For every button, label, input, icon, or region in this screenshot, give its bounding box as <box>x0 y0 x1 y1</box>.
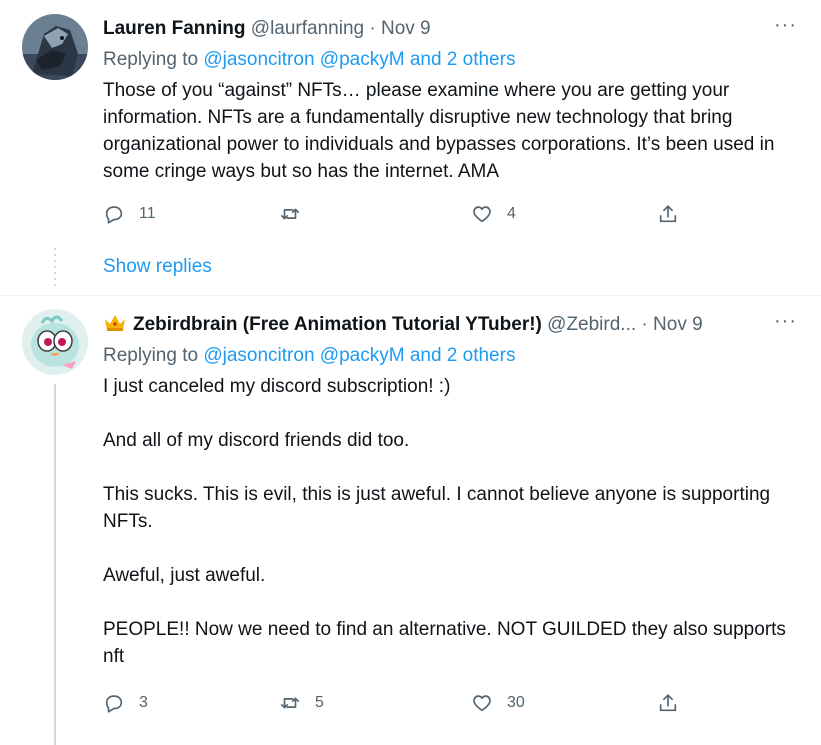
timestamp[interactable]: Nov 9 <box>381 18 431 39</box>
replying-to: Replying to @jasoncitron @packyM and 2 o… <box>103 344 515 368</box>
tweet-paragraph: Those of you “against” NFTs… please exam… <box>103 80 775 182</box>
heart-icon <box>473 206 491 223</box>
share-button[interactable] <box>657 202 679 226</box>
tweet-paragraph: And all of my discord friends did too. <box>103 430 410 451</box>
tweet-zebirdbrain[interactable]: Zebirdbrain (Free Animation Tutorial YTu… <box>0 296 821 745</box>
retweet-count: 5 <box>315 694 324 711</box>
retweet-button[interactable]: 5 <box>279 691 324 715</box>
retweet-icon <box>280 208 300 220</box>
like-count: 4 <box>507 205 516 222</box>
show-replies-link[interactable]: Show replies <box>103 256 212 278</box>
replying-prefix: Replying to <box>103 49 199 70</box>
replying-prefix: Replying to <box>103 345 199 366</box>
reply-count: 11 <box>139 205 156 222</box>
like-button[interactable]: 30 <box>471 691 525 715</box>
handle[interactable]: @Zebird... <box>547 314 636 335</box>
avatar[interactable] <box>22 309 88 375</box>
retweet-button[interactable] <box>279 202 315 226</box>
more-options-icon[interactable]: ··· <box>774 13 797 37</box>
retweet-icon <box>280 697 300 709</box>
tweet-paragraph: This sucks. This is evil, this is just a… <box>103 484 771 532</box>
replying-to-users[interactable]: @jasoncitron @packyM and 2 others <box>203 345 515 366</box>
like-button[interactable]: 4 <box>471 202 516 226</box>
separator: · <box>369 18 376 39</box>
like-count: 30 <box>507 694 525 711</box>
tweet-header: Lauren Fanning @laurfanning · Nov 9 ··· <box>103 14 797 41</box>
timestamp[interactable]: Nov 9 <box>653 314 703 335</box>
tweet-text: Those of you “against” NFTs… please exam… <box>103 77 803 185</box>
avatar[interactable] <box>22 14 88 80</box>
display-name[interactable]: Lauren Fanning <box>103 18 246 39</box>
thread-line <box>54 384 56 745</box>
reply-button[interactable]: 3 <box>103 691 148 715</box>
separator: · <box>641 314 648 335</box>
reply-icon <box>105 695 123 713</box>
share-icon <box>659 694 677 712</box>
replying-to: Replying to @jasoncitron @packyM and 2 o… <box>103 48 515 72</box>
crown-icon <box>105 315 125 331</box>
tweet-header: Zebirdbrain (Free Animation Tutorial YTu… <box>103 310 797 337</box>
reply-count: 3 <box>139 694 148 711</box>
tweet-text: I just canceled my discord subscription!… <box>103 373 803 670</box>
thread-connector <box>54 248 56 288</box>
tweet-paragraph: PEOPLE!! Now we need to find an alternat… <box>103 619 786 667</box>
handle[interactable]: @laurfanning <box>251 18 364 39</box>
more-options-icon[interactable]: ··· <box>774 309 797 333</box>
heart-icon <box>473 695 491 712</box>
tweet-paragraph: Aweful, just aweful. <box>103 565 266 586</box>
display-name[interactable]: Zebirdbrain (Free Animation Tutorial YTu… <box>133 314 542 335</box>
replying-to-users[interactable]: @jasoncitron @packyM and 2 others <box>203 49 515 70</box>
reply-icon <box>105 206 123 224</box>
share-button[interactable] <box>657 691 679 715</box>
tweet-paragraph: I just canceled my discord subscription!… <box>103 376 451 397</box>
share-icon <box>659 205 677 223</box>
reply-button[interactable]: 11 <box>103 202 156 226</box>
tweet-lauren-fanning[interactable]: Lauren Fanning @laurfanning · Nov 9 ··· … <box>0 0 821 296</box>
tweet-actions: 11 4 <box>103 202 693 226</box>
tweet-actions: 3 5 30 <box>103 691 693 715</box>
